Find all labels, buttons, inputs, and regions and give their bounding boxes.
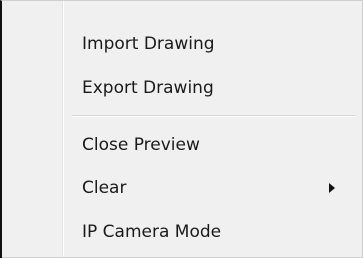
menu-item-label: Export Drawing <box>82 78 214 98</box>
menu-item-ip-camera-mode[interactable]: IP Camera Mode <box>4 215 361 249</box>
menu-separator <box>72 115 356 116</box>
chevron-right-icon <box>329 183 335 193</box>
menu-item-close-preview[interactable]: Close Preview <box>4 128 361 162</box>
menu-item-label: Close Preview <box>82 135 200 155</box>
menu-item-export-drawing[interactable]: Export Drawing <box>4 71 361 105</box>
menu-item-label: Clear <box>82 178 127 198</box>
menu-item-label: Import Drawing <box>82 34 215 54</box>
menu-item-clear[interactable]: Clear <box>4 171 361 205</box>
context-menu: Import Drawing Export Drawing Close Prev… <box>0 0 363 258</box>
menu-item-import-drawing[interactable]: Import Drawing <box>4 27 361 61</box>
menu-item-label: IP Camera Mode <box>82 222 222 242</box>
